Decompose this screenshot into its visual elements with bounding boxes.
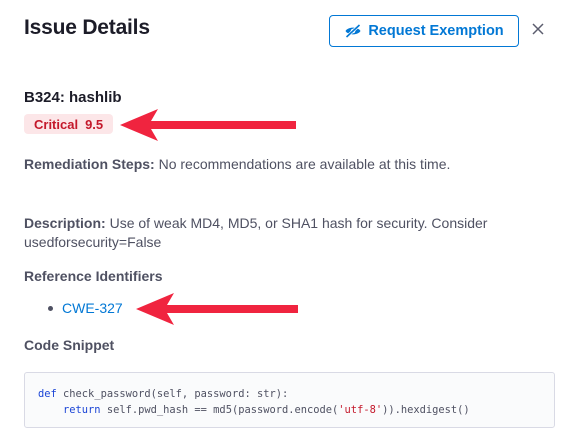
remediation-steps: Remediation Steps: No recommendations ar… bbox=[24, 155, 524, 174]
description-text-line2: usedforsecurity=False bbox=[24, 234, 162, 250]
severity-score: 9.5 bbox=[85, 116, 104, 132]
reference-link-cwe[interactable]: CWE-327 bbox=[62, 300, 123, 316]
severity-label: Critical bbox=[34, 116, 79, 132]
remediation-label: Remediation Steps: bbox=[24, 156, 155, 172]
code-text: self.pwd_hash == md5(password.encode( bbox=[100, 404, 339, 416]
close-button[interactable] bbox=[529, 22, 547, 40]
reference-identifiers-heading: Reference Identifiers bbox=[24, 268, 163, 284]
severity-badge: Critical 9.5 bbox=[24, 114, 114, 134]
code-text: )).hexdigest() bbox=[382, 404, 470, 416]
page-title: Issue Details bbox=[24, 16, 150, 39]
description-label: Description: bbox=[24, 215, 106, 231]
code-snippet-heading: Code Snippet bbox=[24, 337, 115, 353]
annotation-arrow bbox=[136, 293, 298, 325]
issue-name: B324: hashlib bbox=[24, 89, 122, 106]
close-icon bbox=[532, 22, 544, 40]
description: Description: Use of weak MD4, MD5, or SH… bbox=[24, 214, 524, 252]
code-text: check_password(self, password: str): bbox=[56, 388, 289, 400]
code-keyword: return bbox=[63, 404, 101, 416]
annotation-arrow bbox=[120, 109, 296, 141]
bullet-icon bbox=[48, 305, 53, 311]
code-keyword: def bbox=[38, 388, 57, 400]
request-exemption-button[interactable]: Request Exemption bbox=[329, 15, 519, 47]
description-text-line1: Use of weak MD4, MD5, or SHA1 hash for s… bbox=[109, 215, 488, 231]
code-string: 'utf-8' bbox=[338, 404, 383, 416]
request-exemption-label: Request Exemption bbox=[368, 23, 504, 39]
eye-slash-icon bbox=[344, 24, 362, 38]
code-snippet: def check_password(self, password: str):… bbox=[24, 372, 555, 428]
remediation-text: No recommendations are available at this… bbox=[158, 156, 451, 172]
reference-list: CWE-327 bbox=[48, 300, 123, 316]
list-item: CWE-327 bbox=[48, 300, 123, 316]
